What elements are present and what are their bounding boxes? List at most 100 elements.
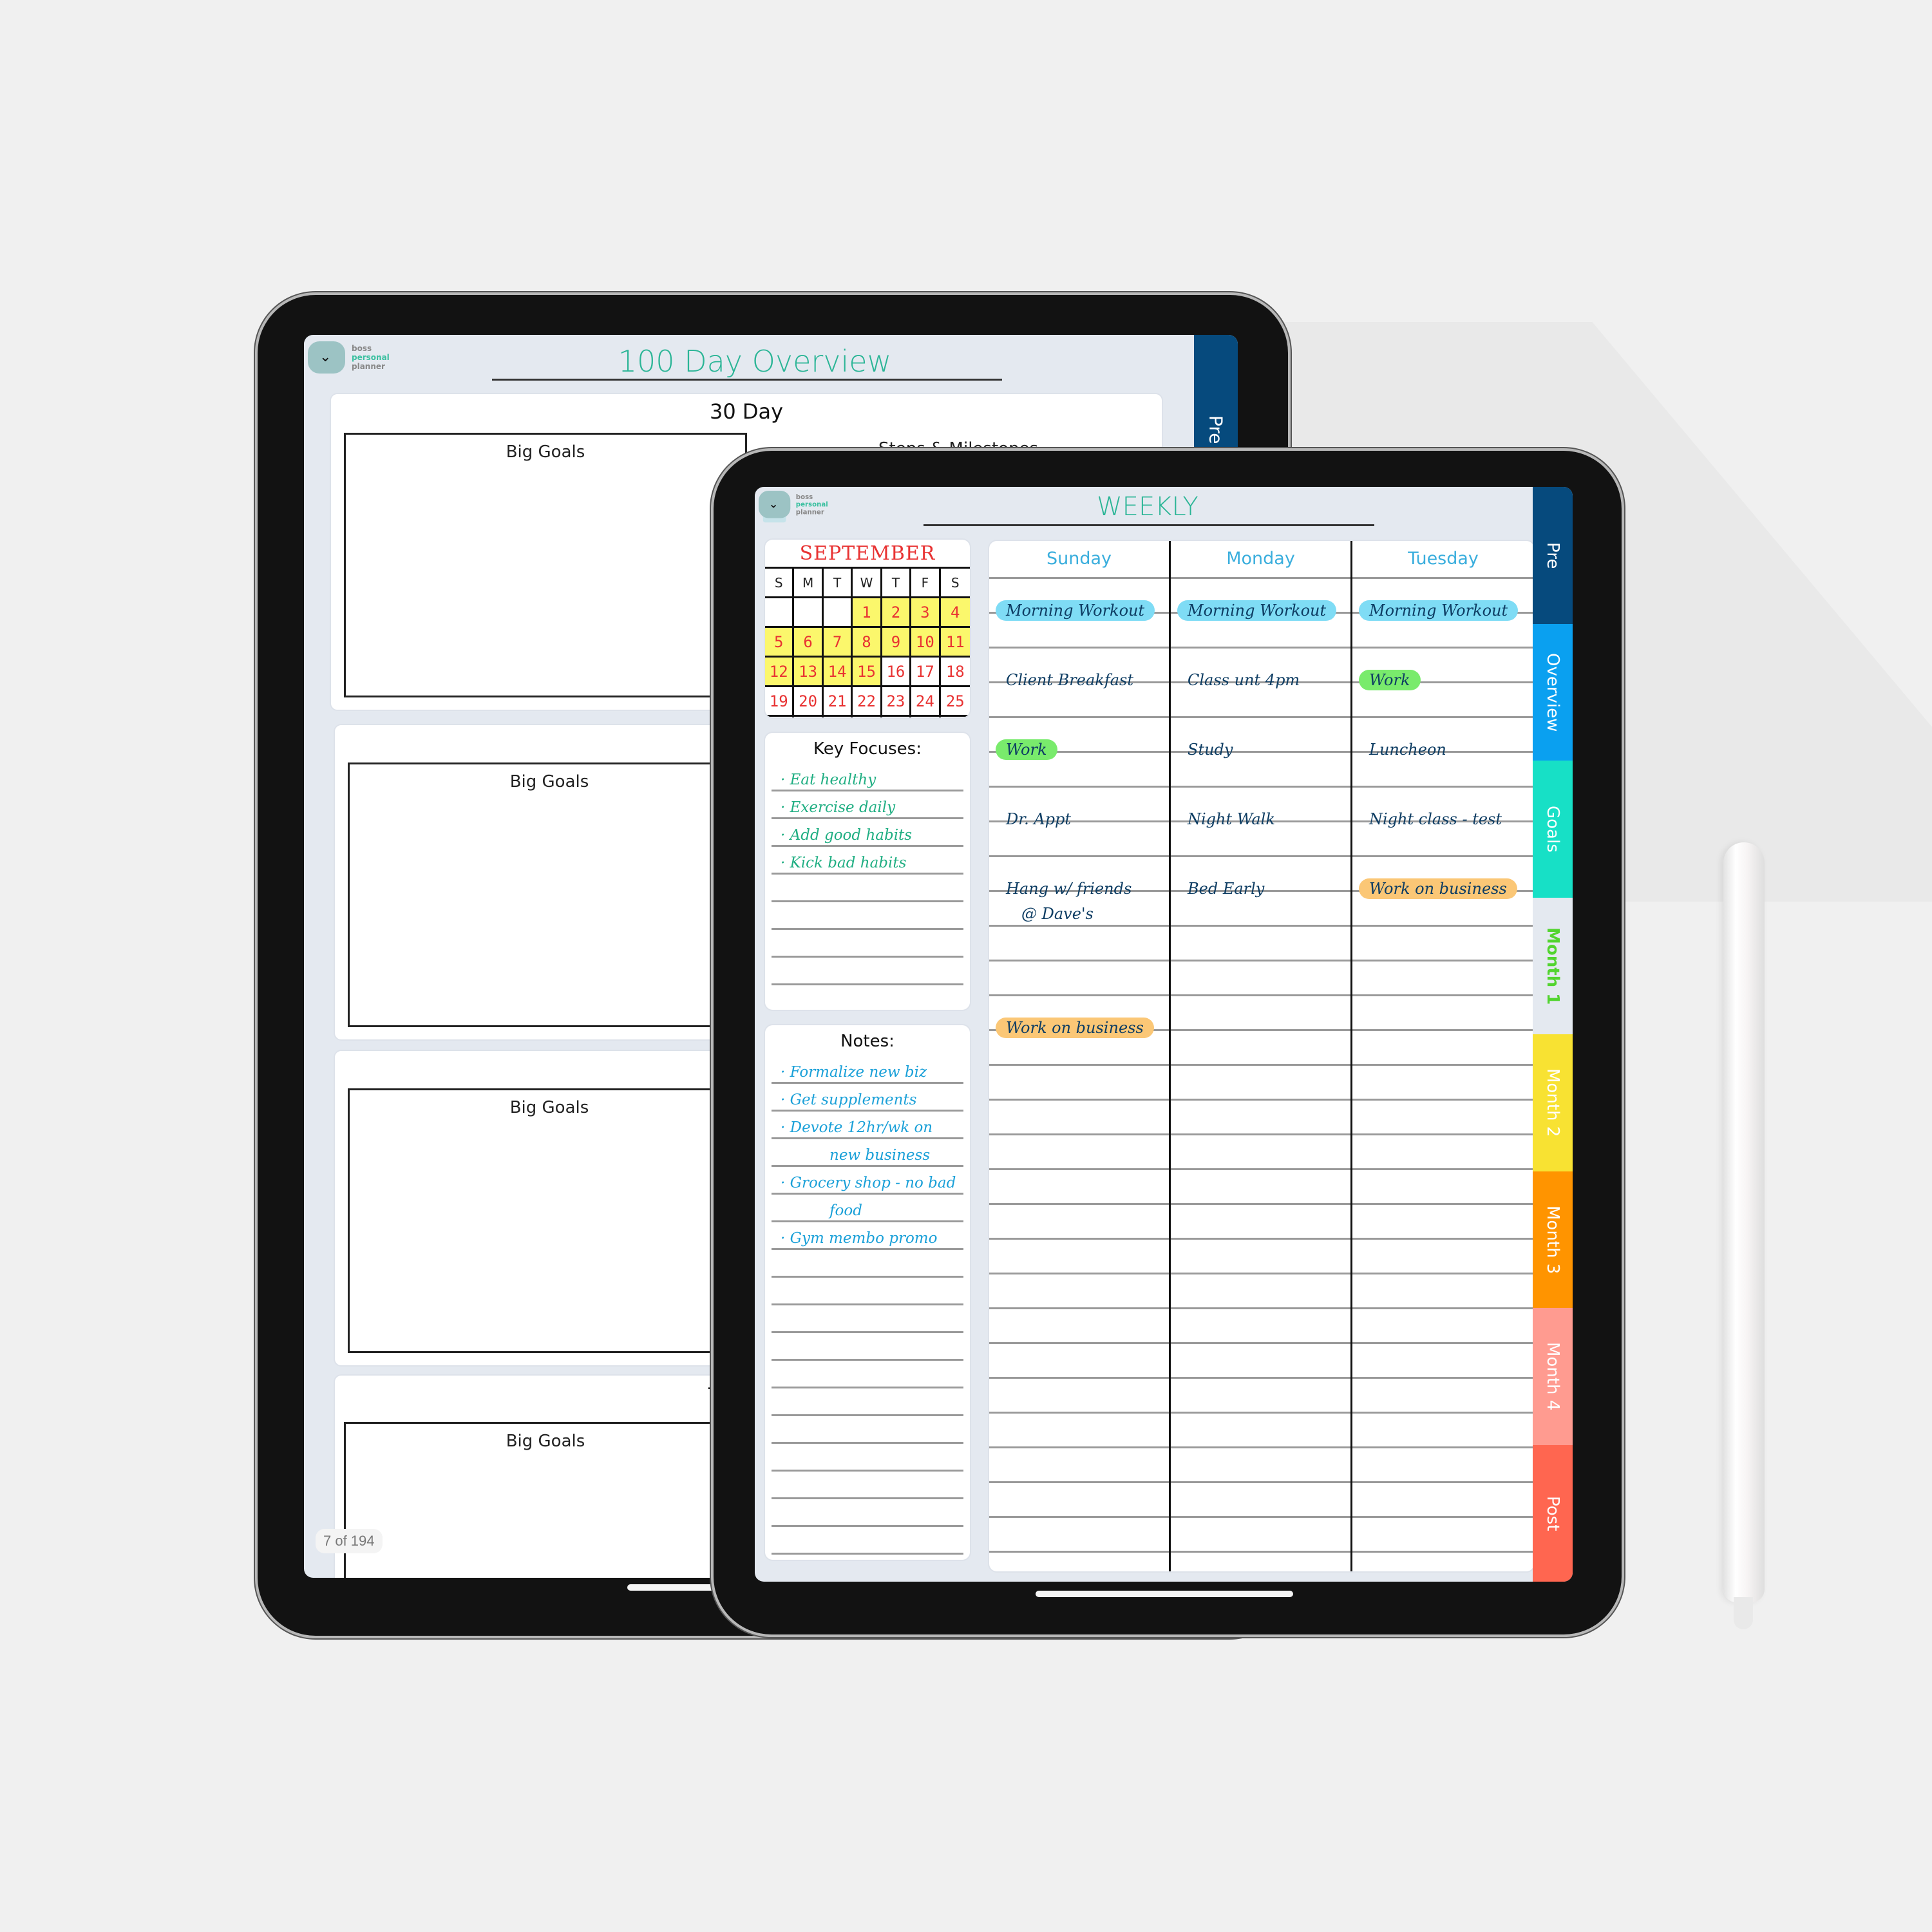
calendar-day[interactable]: 7 bbox=[823, 628, 853, 658]
ruled-line[interactable]: · Eat healthy bbox=[772, 764, 963, 791]
calendar-day[interactable]: 17 bbox=[911, 658, 941, 687]
ruled-line[interactable]: · Devote 12hr/wk on bbox=[772, 1112, 963, 1139]
calendar-day[interactable]: 30 bbox=[882, 717, 911, 719]
time-slot[interactable]: Client Breakfast bbox=[989, 649, 1169, 689]
planner-entry[interactable]: Bed Early bbox=[1177, 878, 1274, 899]
time-slot[interactable] bbox=[1171, 1170, 1350, 1205]
time-slot[interactable] bbox=[1171, 1414, 1350, 1448]
ruled-line[interactable]: food bbox=[772, 1195, 963, 1222]
ruled-line[interactable] bbox=[772, 1361, 963, 1388]
time-slot[interactable]: Night Walk bbox=[1171, 788, 1350, 828]
calendar-day[interactable]: 10 bbox=[911, 628, 941, 658]
ruled-line[interactable]: · Grocery shop - no bad bbox=[772, 1167, 963, 1195]
tab-month-4[interactable]: Month 4 bbox=[1533, 1308, 1573, 1445]
calendar-day[interactable]: 27 bbox=[794, 717, 823, 719]
time-slot[interactable] bbox=[1171, 1448, 1350, 1483]
planner-entry[interactable]: Work bbox=[996, 739, 1057, 760]
planner-entry[interactable]: Dr. Appt bbox=[996, 809, 1081, 829]
time-slot[interactable] bbox=[1352, 1031, 1534, 1066]
time-slot[interactable] bbox=[1352, 1240, 1534, 1274]
ruled-line[interactable] bbox=[772, 1527, 963, 1555]
time-slot[interactable] bbox=[1352, 1448, 1534, 1483]
time-slot[interactable] bbox=[989, 1274, 1169, 1309]
time-slot[interactable] bbox=[1352, 1101, 1534, 1135]
ruled-line[interactable] bbox=[772, 930, 963, 958]
time-slot[interactable] bbox=[989, 1483, 1169, 1518]
time-slot[interactable] bbox=[1352, 1553, 1534, 1571]
time-slot[interactable] bbox=[1352, 1344, 1534, 1379]
planner-entry[interactable]: Morning Workout bbox=[1359, 600, 1519, 621]
time-slot[interactable] bbox=[1171, 1066, 1350, 1101]
ruled-line[interactable]: · Add good habits bbox=[772, 819, 963, 847]
time-slot[interactable] bbox=[989, 1135, 1169, 1170]
planner-entry[interactable]: Work bbox=[1359, 670, 1421, 690]
time-slot[interactable] bbox=[1171, 1101, 1350, 1135]
planner-entry[interactable]: Client Breakfast bbox=[996, 670, 1144, 690]
time-slot[interactable] bbox=[989, 1205, 1169, 1240]
time-slot[interactable] bbox=[1171, 1274, 1350, 1309]
time-slot[interactable]: Work bbox=[1352, 649, 1534, 690]
home-indicator[interactable] bbox=[1036, 1591, 1293, 1597]
time-slot[interactable]: Work on business bbox=[989, 996, 1169, 1038]
calendar-day[interactable]: 21 bbox=[823, 687, 853, 717]
ruled-line[interactable] bbox=[772, 1305, 963, 1333]
calendar-day[interactable]: 4 bbox=[940, 598, 970, 628]
time-slot[interactable] bbox=[1171, 1483, 1350, 1518]
time-slot[interactable] bbox=[1352, 927, 1534, 961]
ruled-line[interactable] bbox=[772, 902, 963, 930]
time-slot[interactable] bbox=[989, 1240, 1169, 1274]
time-slot[interactable] bbox=[1171, 1309, 1350, 1344]
ruled-line[interactable]: new business bbox=[772, 1139, 963, 1167]
calendar-day[interactable]: 12 bbox=[765, 658, 795, 687]
calendar-day[interactable]: 28 bbox=[824, 717, 853, 719]
time-slot[interactable] bbox=[1171, 1344, 1350, 1379]
time-slot[interactable] bbox=[1352, 1066, 1534, 1101]
calendar-day[interactable]: 15 bbox=[853, 658, 882, 687]
time-slot[interactable] bbox=[1171, 1031, 1350, 1066]
time-slot[interactable] bbox=[1352, 1483, 1534, 1518]
time-slot[interactable]: Work bbox=[989, 718, 1169, 760]
calendar-day[interactable]: 5 bbox=[765, 628, 795, 658]
calendar-day[interactable]: 2 bbox=[882, 598, 912, 628]
time-slot[interactable]: Morning Workout bbox=[1352, 579, 1534, 621]
tab-pre[interactable]: Pre bbox=[1194, 335, 1238, 451]
planner-entry[interactable]: Night Walk bbox=[1177, 809, 1285, 829]
calendar-day[interactable]: 19 bbox=[765, 687, 795, 717]
ruled-line[interactable] bbox=[772, 1333, 963, 1361]
big-goals-box[interactable]: Big Goals bbox=[348, 1088, 751, 1353]
planner-entry[interactable]: Hang w/ friends bbox=[996, 878, 1142, 899]
time-slot[interactable] bbox=[989, 927, 1169, 961]
time-slot[interactable] bbox=[1171, 1518, 1350, 1553]
ruled-line[interactable] bbox=[772, 1444, 963, 1472]
tab-month-1[interactable]: Month 1 bbox=[1533, 897, 1573, 1034]
planner-entry[interactable]: Night class - test bbox=[1359, 809, 1512, 829]
tab-overview[interactable]: Overview bbox=[1533, 623, 1573, 761]
time-slot[interactable] bbox=[1352, 1518, 1534, 1553]
planner-entry[interactable]: Work on business bbox=[1359, 878, 1517, 899]
time-slot[interactable] bbox=[989, 1553, 1169, 1571]
time-slot[interactable]: Dr. Appt bbox=[989, 788, 1169, 828]
ruled-line[interactable] bbox=[772, 1278, 963, 1305]
tab-month-2[interactable]: Month 2 bbox=[1533, 1034, 1573, 1171]
time-slot[interactable] bbox=[1171, 1379, 1350, 1414]
time-slot[interactable] bbox=[1171, 1135, 1350, 1170]
calendar-day[interactable]: 1 bbox=[853, 598, 882, 628]
ruled-line[interactable] bbox=[772, 1416, 963, 1444]
ruled-line[interactable] bbox=[772, 875, 963, 902]
calendar-day[interactable]: 14 bbox=[823, 658, 853, 687]
time-slot[interactable] bbox=[989, 961, 1169, 996]
planner-entry[interactable]: Morning Workout bbox=[996, 600, 1155, 621]
time-slot[interactable] bbox=[1352, 1205, 1534, 1240]
time-slot[interactable] bbox=[1352, 1274, 1534, 1309]
time-slot[interactable] bbox=[1171, 927, 1350, 961]
calendar-day[interactable]: 24 bbox=[911, 687, 941, 717]
planner-entry[interactable]: Study bbox=[1177, 739, 1243, 760]
planner-entry[interactable]: Class unt 4pm bbox=[1177, 670, 1310, 690]
calendar-day[interactable]: 6 bbox=[794, 628, 824, 658]
time-slot[interactable] bbox=[1171, 1553, 1350, 1571]
time-slot[interactable] bbox=[1352, 1135, 1534, 1170]
ruled-line[interactable]: · Formalize new biz bbox=[772, 1056, 963, 1084]
time-slot[interactable] bbox=[989, 1518, 1169, 1553]
time-slot[interactable] bbox=[1171, 1240, 1350, 1274]
time-slot[interactable]: Night class - test bbox=[1352, 788, 1534, 828]
